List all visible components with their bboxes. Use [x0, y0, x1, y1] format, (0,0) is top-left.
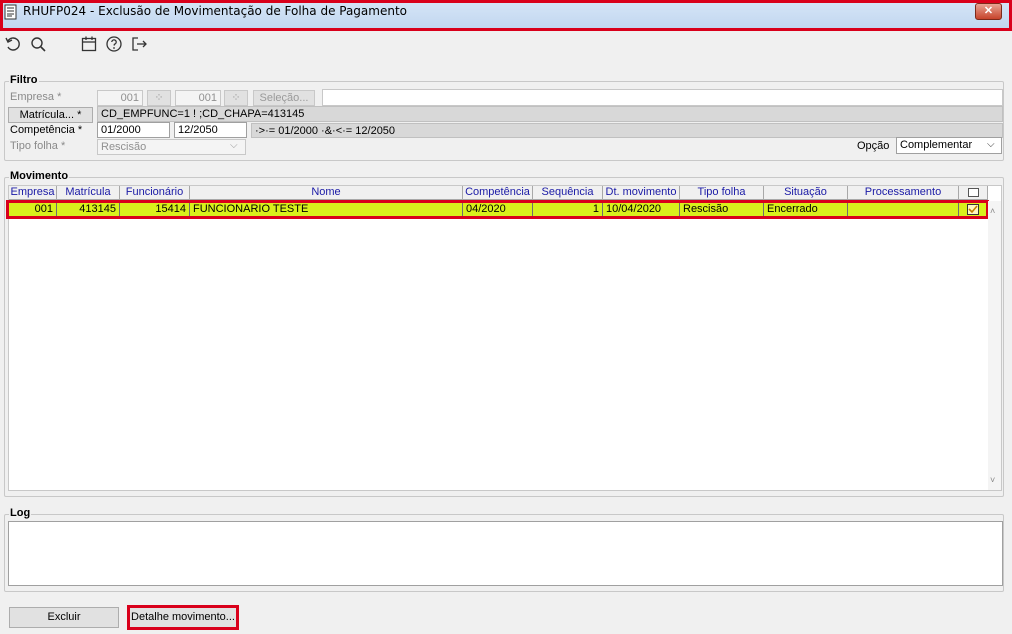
empresa-label: Empresa *: [10, 91, 62, 103]
competencia-expression: ·>·= 01/2000 ·&·<·= 12/2050: [251, 123, 1003, 138]
opcao-value: Complementar: [900, 139, 973, 151]
log-label: Log: [9, 507, 32, 519]
filtro-label: Filtro: [9, 74, 39, 86]
chevron-up-icon[interactable]: ˄: [990, 206, 995, 216]
column-header-situacao[interactable]: Situação: [764, 186, 848, 200]
column-header-dt-movimento[interactable]: Dt. movimento: [603, 186, 680, 200]
tipo-folha-label: Tipo folha *: [10, 140, 66, 152]
movimento-label: Movimento: [9, 170, 70, 182]
empresa-to-lookup-icon: ⁘: [224, 90, 248, 106]
column-header-sequencia[interactable]: Sequência: [533, 186, 603, 200]
movimento-grid[interactable]: [8, 185, 1002, 491]
empresa-to-field: 001: [175, 90, 221, 106]
column-header-empresa[interactable]: Empresa: [9, 186, 57, 200]
log-textarea[interactable]: [8, 521, 1003, 586]
column-header-processamento[interactable]: Processamento: [848, 186, 959, 200]
competencia-from-field[interactable]: 01/2000: [97, 122, 170, 138]
column-header-competencia[interactable]: Competência: [463, 186, 533, 200]
tipo-folha-value: Rescisão: [101, 141, 147, 153]
calendar-icon[interactable]: [80, 35, 98, 53]
chevron-down-icon[interactable]: ˅: [990, 475, 995, 485]
detalhe-movimento-button[interactable]: Detalhe movimento...: [127, 605, 239, 630]
column-header-nome[interactable]: Nome: [190, 186, 463, 200]
checkbox-icon[interactable]: [967, 188, 979, 197]
empresa-from-lookup-icon: ⁘: [147, 90, 171, 106]
excluir-button[interactable]: Excluir: [9, 607, 119, 628]
selecao-button: Seleção...: [253, 90, 315, 106]
empresa-selection-field: [322, 89, 1003, 106]
close-button[interactable]: ✕: [975, 3, 1002, 20]
column-header-funcionario[interactable]: Funcionário: [120, 186, 190, 200]
empresa-from-field: 001: [97, 90, 143, 106]
help-icon[interactable]: [105, 35, 123, 53]
chevron-down-icon: ⌵: [230, 140, 238, 151]
refresh-icon[interactable]: [4, 35, 22, 53]
competencia-to-field[interactable]: 12/2050: [174, 122, 247, 138]
exit-icon[interactable]: [130, 35, 148, 53]
column-header-matricula[interactable]: Matrícula: [57, 186, 120, 200]
search-icon[interactable]: [29, 35, 47, 53]
matricula-filter-display: CD_EMPFUNC=1 ǃ ;CD_CHAPA=413145: [97, 106, 1003, 122]
vertical-scrollbar[interactable]: [988, 201, 1001, 490]
chevron-down-icon: ⌵: [987, 139, 995, 150]
column-header-tipo-folha[interactable]: Tipo folha: [680, 186, 764, 200]
tipo-folha-select: Rescisão: [97, 139, 246, 155]
window-title: RHUFP024 - Exclusão de Movimentação de F…: [23, 4, 408, 18]
opcao-label: Opção: [857, 140, 890, 152]
document-icon: [4, 4, 18, 20]
selected-row-highlight: [6, 200, 989, 219]
matricula-button[interactable]: Matrícula... *: [8, 107, 93, 123]
column-header-select-all[interactable]: [959, 186, 988, 200]
competencia-label: Competência *: [10, 124, 83, 136]
